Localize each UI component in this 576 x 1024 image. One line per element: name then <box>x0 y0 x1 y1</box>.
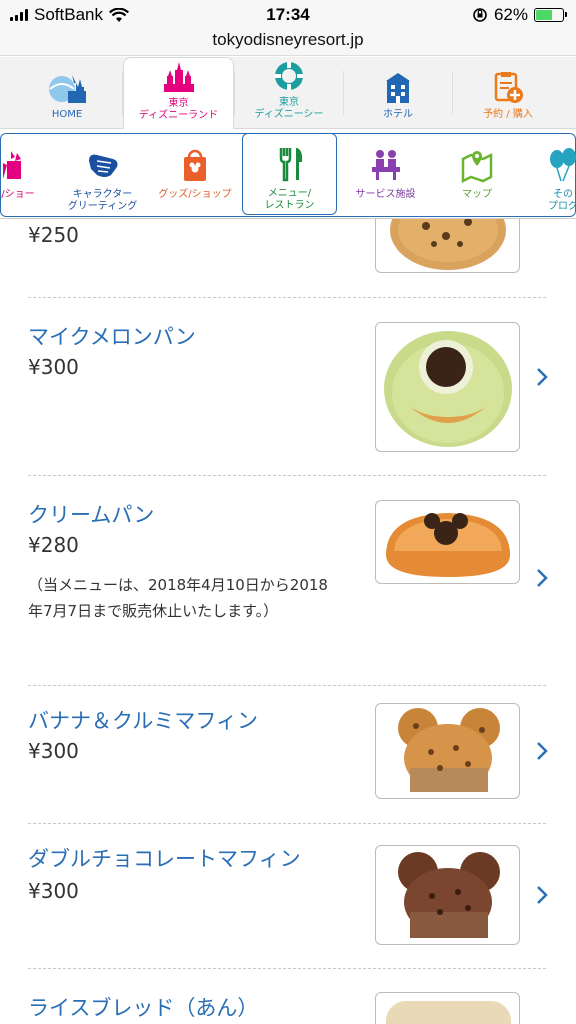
url-bar[interactable]: tokyodisneyresort.jp <box>0 30 576 56</box>
list-item[interactable]: ダブルチョコレートマフィン ¥300 <box>0 823 576 968</box>
chevron-right-icon[interactable] <box>534 885 550 905</box>
item-image <box>375 500 520 584</box>
item-price: ¥300 <box>28 355 79 379</box>
battery-icon <box>534 8 567 22</box>
fork-knife-icon <box>279 148 302 182</box>
category-map[interactable]: マップ <box>432 135 522 215</box>
item-name[interactable]: クリームパン <box>28 499 154 529</box>
top-nav-label: 東京 ディズニーランド <box>138 98 219 121</box>
url-text: tokyodisneyresort.jp <box>212 30 364 49</box>
balloon-icon <box>550 148 576 182</box>
item-image <box>375 703 520 799</box>
item-image <box>375 992 520 1024</box>
top-nav-tokyo-disneyland[interactable]: 東京 ディズニーランド <box>123 57 234 130</box>
hotel-icon <box>386 73 410 103</box>
castle-globe-icon <box>49 75 86 103</box>
category-label: その プログ <box>548 189 576 212</box>
item-image <box>375 322 520 452</box>
category-label: メニュー/ レストラン <box>264 188 315 211</box>
item-price: ¥250 <box>28 223 79 247</box>
item-name[interactable]: ライスブレッド（あん） <box>28 992 258 1022</box>
parade-icon <box>3 151 21 179</box>
item-image <box>375 845 520 945</box>
item-name[interactable]: バナナ＆クルミマフィン <box>28 705 258 735</box>
category-service-facility[interactable]: サービス施設 <box>338 135 433 215</box>
category-label: グッズ/ショップ <box>158 189 232 200</box>
category-label: サービス施設 <box>355 189 416 200</box>
reservation-icon <box>494 72 523 103</box>
chevron-right-icon[interactable] <box>534 367 550 387</box>
top-nav-home[interactable]: HOME <box>12 57 122 129</box>
top-nav-label: 予約 / 購入 <box>483 109 533 120</box>
list-item[interactable]: マイクメロンパン ¥300 <box>0 297 576 475</box>
top-nav-label: 東京 ディズニーシー <box>254 97 324 120</box>
menu-list: ¥250 マイクメロンパン ¥300 クリームパン ¥280 （当メニューは、2… <box>0 219 576 1024</box>
category-nav: ド/ショー キャラクター グリーティング グッズ/ショップ メニュー/ レストラ… <box>0 129 576 219</box>
item-name[interactable]: ダブルチョコレートマフィン <box>28 843 301 873</box>
category-label: ド/ショー <box>0 189 35 200</box>
chevron-right-icon[interactable] <box>534 741 550 761</box>
category-menu-restaurant[interactable]: メニュー/ レストラン <box>242 133 337 215</box>
top-nav-label: HOME <box>51 109 83 120</box>
battery-percent: 62% <box>493 5 528 24</box>
chevron-right-icon[interactable] <box>534 568 550 588</box>
category-label: キャラクター グリーティング <box>67 189 138 212</box>
castle-icon <box>163 62 194 92</box>
top-nav-hotel[interactable]: ホテル <box>344 57 452 129</box>
category-other-programs[interactable]: その プログ <box>528 135 576 215</box>
category-parade-show[interactable]: ド/ショー <box>0 135 46 215</box>
top-nav: HOME 東京 ディズニーランド 東京 ディズニーシー ホテル 予約 / 購入 <box>0 57 576 130</box>
list-item[interactable]: ¥250 <box>0 219 576 297</box>
category-label: マップ <box>462 189 492 200</box>
orientation-lock-icon <box>473 8 487 22</box>
item-note: （当メニューは、2018年4月10日から2018年7月7日まで販売休止いたします… <box>28 576 328 620</box>
item-price: ¥280 <box>28 533 79 557</box>
item-price: ¥300 <box>28 739 79 763</box>
list-item[interactable]: バナナ＆クルミマフィン ¥300 <box>0 685 576 823</box>
map-icon <box>461 151 493 184</box>
list-item[interactable]: クリームパン ¥280 （当メニューは、2018年4月10日から2018年7月7… <box>0 475 576 685</box>
list-item[interactable]: ライスブレッド（あん） <box>0 968 576 1024</box>
shopping-bag-icon <box>184 149 206 181</box>
glove-icon <box>88 154 117 177</box>
item-price: ¥300 <box>28 879 79 903</box>
item-image <box>375 219 520 273</box>
category-goods-shop[interactable]: グッズ/ショップ <box>150 135 240 215</box>
top-nav-tokyo-disneysea[interactable]: 東京 ディズニーシー <box>235 57 343 129</box>
top-nav-reservation[interactable]: 予約 / 購入 <box>453 57 563 129</box>
category-character-greeting[interactable]: キャラクター グリーティング <box>55 135 150 215</box>
item-name[interactable]: マイクメロンパン <box>28 321 196 351</box>
top-nav-label: ホテル <box>383 109 413 120</box>
status-bar: SoftBank 17:34 62% <box>0 0 576 30</box>
service-icon <box>371 150 400 180</box>
lifebuoy-icon <box>275 62 303 90</box>
